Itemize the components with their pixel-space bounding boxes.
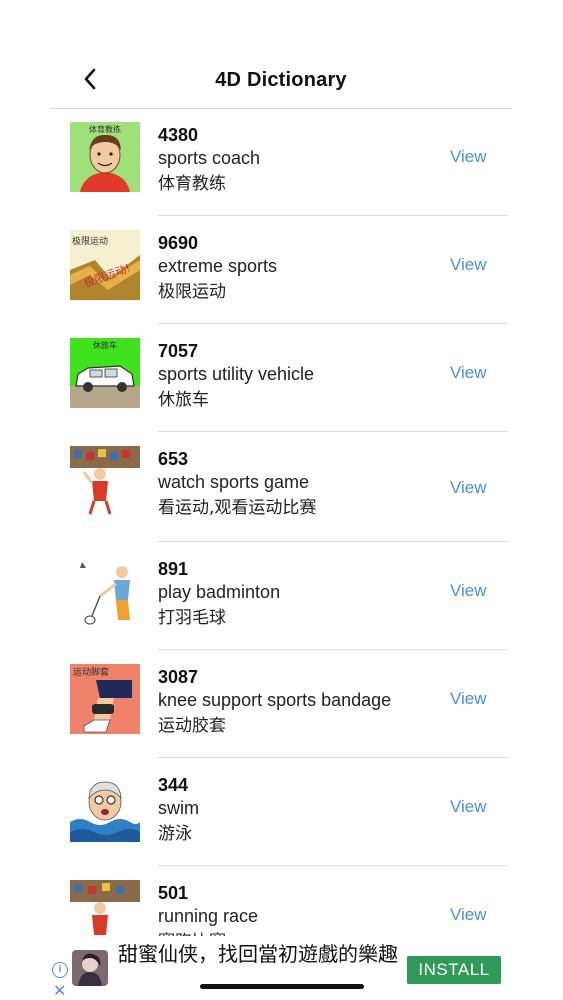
entry-number: 344: [158, 775, 189, 795]
dictionary-screen: 4D Dictionary 体育教练 4380 sports coach 体育教…: [0, 0, 563, 1000]
list-item[interactable]: 休旅车 7057 sports utility vehicle 休旅车 View: [0, 324, 563, 432]
entry-english: sports coach: [158, 148, 261, 168]
entry-number: 7057: [158, 341, 199, 361]
entry-english: running race: [158, 906, 259, 926]
suv-image: 休旅车: [70, 338, 140, 408]
list-item[interactable]: 344 swim 游泳 View: [0, 758, 563, 866]
view-button[interactable]: View: [450, 905, 487, 925]
close-icon[interactable]: ✕: [53, 981, 66, 1000]
view-button[interactable]: View: [450, 255, 487, 275]
view-button[interactable]: View: [450, 363, 487, 383]
view-button[interactable]: View: [450, 689, 487, 709]
entry-number: 3087: [158, 667, 199, 687]
sports-coach-image: 体育教练: [70, 122, 140, 192]
view-button[interactable]: View: [450, 581, 487, 601]
entry-number: 501: [158, 883, 189, 903]
list-item[interactable]: 极限运动 极限运动! 9690 extreme sports 极限运动 View: [0, 216, 563, 324]
view-button[interactable]: View: [450, 797, 487, 817]
entry-chinese: 打羽毛球: [158, 608, 226, 628]
home-indicator: [200, 984, 364, 989]
entry-number: 891: [158, 559, 189, 579]
entry-english: play badminton: [158, 582, 281, 602]
entry-number: 9690: [158, 233, 199, 253]
image-caption: 休旅车: [93, 340, 117, 350]
ad-app-icon: [72, 950, 108, 986]
entry-english: sports utility vehicle: [158, 364, 315, 384]
entry-chinese: 游泳: [158, 824, 192, 844]
page-title: 4D Dictionary: [215, 69, 347, 91]
list-item[interactable]: 运动脚套 3087 knee support sports bandage 运动…: [0, 650, 563, 758]
entry-chinese: 运动胶套: [158, 716, 226, 736]
view-button[interactable]: View: [450, 147, 487, 167]
swimmer-image: [70, 772, 140, 842]
image-caption: 体育教练: [89, 124, 121, 134]
entry-number: 4380: [158, 125, 199, 145]
knee-support-image: 运动脚套: [70, 664, 140, 734]
ad-banner[interactable]: i ✕ 甜蜜仙侠，找回當初遊戲的樂趣 INSTALL: [0, 936, 563, 1000]
watch-sports-image: [70, 446, 140, 516]
nav-header: 4D Dictionary: [50, 50, 512, 109]
list-item[interactable]: 653 watch sports game 看运动,观看运动比赛 View: [0, 432, 563, 542]
entry-english: knee support sports bandage: [158, 690, 392, 710]
entry-chinese: 体育教练: [158, 174, 226, 194]
image-caption: 极限运动: [72, 235, 108, 247]
info-icon[interactable]: i: [52, 962, 68, 978]
entry-chinese: 休旅车: [158, 390, 209, 410]
entry-english: watch sports game: [158, 472, 310, 492]
entry-number: 653: [158, 449, 189, 469]
entry-english: extreme sports: [158, 256, 278, 276]
entry-chinese: 极限运动: [158, 282, 226, 302]
image-caption: 运动脚套: [73, 666, 109, 678]
ad-headline: 甜蜜仙侠，找回當初遊戲的樂趣: [118, 942, 398, 966]
word-list: 体育教练 4380 sports coach 体育教练 View 极限运动 极限…: [0, 108, 563, 974]
list-item[interactable]: 891 play badminton 打羽毛球 View: [0, 542, 563, 650]
list-item[interactable]: 体育教练 4380 sports coach 体育教练 View: [0, 108, 563, 216]
view-button[interactable]: View: [450, 478, 487, 498]
install-button[interactable]: INSTALL: [407, 956, 501, 984]
badminton-image: [70, 556, 140, 626]
entry-english: swim: [158, 798, 199, 818]
extreme-sports-image: 极限运动 极限运动!: [70, 230, 140, 300]
entry-chinese: 看运动,观看运动比赛: [158, 498, 317, 518]
